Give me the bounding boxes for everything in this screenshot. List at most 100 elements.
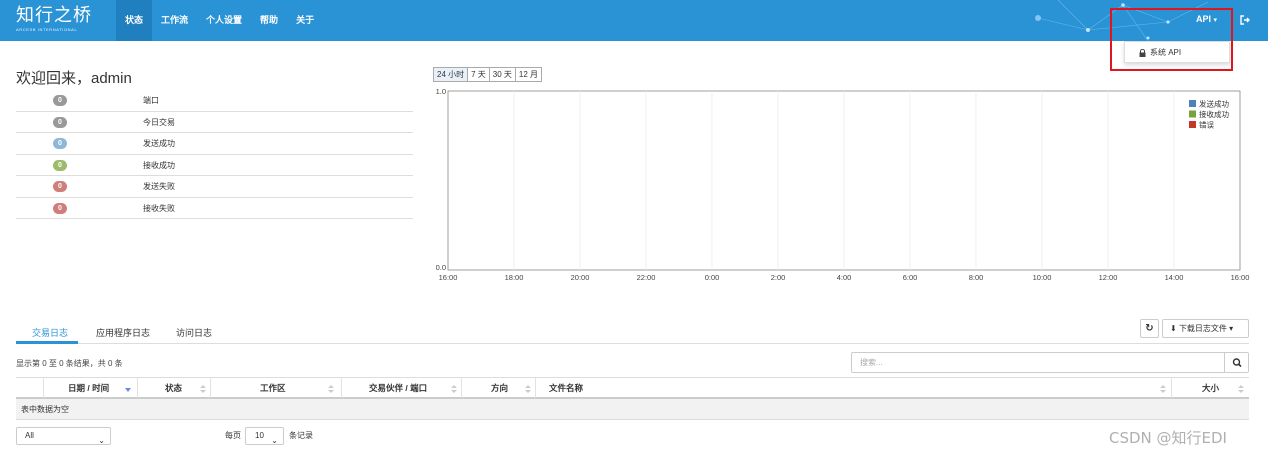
column-label: 日期 / 时间 [68,383,110,393]
chevron-down-icon: ⌄ [271,436,278,445]
column-label: 文件名称 [549,383,584,393]
x-tick-label: 14:00 [1165,273,1184,282]
table-empty-row: 表中数据为空 [16,399,1249,420]
per-page-value: 10 [255,431,264,440]
x-tick-label: 4:00 [837,273,852,282]
range-24h-button[interactable]: 24 小时 [433,67,469,82]
count-badge: 0 [53,202,67,214]
nav-personal-settings[interactable]: 个人设置 [197,0,251,41]
stats-list: 0 端口 0 今日交易 0 发送成功 0 接收成功 0 发送失败 0 接收失败 [16,90,413,219]
legend-label: 发送成功 [1199,99,1229,109]
legend-swatch [1189,121,1196,128]
sort-icon [525,385,531,393]
filter-select[interactable]: All ⌄ [16,427,111,445]
count-badge: 0 [53,116,67,128]
welcome-title: 欢迎回来，admin [16,70,132,87]
sort-icon [1160,385,1166,393]
search-button[interactable] [1224,352,1249,373]
active-tab-indicator [16,341,78,344]
column-datetime[interactable]: 日期 / 时间 [44,378,138,398]
search-input[interactable]: 搜索... [851,352,1225,373]
column-status[interactable]: 状态 [138,378,211,398]
range-7d-button[interactable]: 7 天 [467,67,490,82]
sort-icon [1238,385,1244,393]
x-tick-label: 2:00 [771,273,786,282]
brand-subtitle: ARCESB INTERNATIONAL [16,27,78,32]
legend-label: 错误 [1199,120,1215,130]
nav-status[interactable]: 状态 [116,0,153,41]
range-30d-button[interactable]: 30 天 [488,67,516,82]
download-log-button[interactable]: ⬇ 下载日志文件 ▾ [1162,319,1249,338]
nav-about[interactable]: 关于 [287,0,323,41]
per-page-select[interactable]: 10 ⌄ [245,427,284,445]
stat-label: 端口 [143,96,159,105]
legend-swatch [1189,110,1196,118]
column-partner-port[interactable]: 交易伙伴 / 端口 [342,378,462,398]
empty-message: 表中数据为空 [21,405,69,414]
column-direction[interactable]: 方向 [462,378,536,398]
x-tick-label: 22:00 [637,273,656,282]
stat-row: 0 发送成功 [16,133,413,155]
per-page-prefix: 每页 [225,431,241,440]
x-tick-label: 16:00 [1231,273,1250,282]
filter-value: All [25,431,34,440]
watermark: CSDN @知行EDI [1109,429,1227,447]
x-tick-label: 8:00 [969,273,984,282]
log-tabs: 交易日志 应用程序日志 访问日志 [16,320,1249,344]
tab-transaction-log[interactable]: 交易日志 [32,326,68,339]
count-badge: 0 [53,95,67,106]
column-label: 状态 [165,383,183,393]
stat-label: 发送成功 [143,139,175,148]
x-tick-label: 18:00 [505,273,524,282]
search-icon [1232,358,1242,368]
download-label: 下载日志文件 [1178,324,1227,333]
stat-label: 接收成功 [143,160,175,170]
transaction-table: 日期 / 时间 状态 工作区 交易伙伴 / 端口 方向 文件名称 大小 表中数据 [16,377,1249,420]
x-tick-label: 0:00 [705,273,720,282]
activity-chart: 16:00 18:00 20:00 22:00 0:00 2:00 4:00 6:00 8:00… [436,87,1250,282]
stat-label: 接收失败 [143,203,175,213]
tab-application-log[interactable]: 应用程序日志 [96,326,150,339]
stat-row: 0 今日交易 [16,112,413,133]
table-info: 显示第 0 至 0 条结果，共 0 条 [16,359,123,368]
highlight-box [1110,8,1233,71]
chevron-down-icon: ⌄ [98,436,105,445]
range-12m-button[interactable]: 12 月 [514,67,543,82]
column-label: 交易伙伴 / 端口 [369,383,428,393]
main-nav: 状态 工作流 个人设置 帮助 关于 [116,0,323,41]
stat-row: 0 端口 [16,90,413,112]
y-tick-label: 1.0 [436,87,446,96]
table-header: 日期 / 时间 状态 工作区 交易伙伴 / 端口 方向 文件名称 大小 [16,377,1249,399]
sort-icon [328,385,334,393]
x-tick-label: 10:00 [1033,273,1052,282]
stat-label: 今日交易 [143,117,175,127]
column-label: 工作区 [260,383,286,393]
time-range-group: 24 小时 7 天 30 天 12 月 [433,67,543,82]
legend-label: 接收成功 [1199,109,1229,119]
legend-swatch [1189,100,1196,107]
column-workspace[interactable]: 工作区 [211,378,342,398]
stat-row: 0 发送失败 [16,176,413,198]
count-badge: 0 [53,159,67,171]
y-tick-label: 0.0 [436,263,446,272]
column-size[interactable]: 大小 [1172,378,1249,398]
nav-workflow[interactable]: 工作流 [152,0,197,41]
logout-icon[interactable] [1239,14,1251,26]
sort-desc-icon [125,388,131,392]
tab-access-log[interactable]: 访问日志 [176,326,212,339]
download-icon: ⬇ [1170,324,1177,333]
refresh-icon: ↻ [1145,323,1154,334]
stat-label: 发送失败 [143,182,175,191]
stat-row: 0 接收成功 [16,155,413,176]
count-badge: 0 [53,181,67,192]
refresh-button[interactable]: ↻ [1140,319,1159,338]
x-tick-label: 6:00 [903,273,918,282]
sort-icon [200,385,206,393]
column-label: 大小 [1202,383,1220,393]
brand-logo[interactable]: 知行之桥 ARCESB INTERNATIONAL [16,5,106,35]
column-filename[interactable]: 文件名称 [536,378,1172,398]
nav-help[interactable]: 帮助 [251,0,287,41]
top-navbar: 知行之桥 ARCESB INTERNATIONAL 状态 工作流 个人设置 帮助… [0,0,1268,41]
column-select [16,378,44,398]
count-badge: 0 [53,138,67,149]
